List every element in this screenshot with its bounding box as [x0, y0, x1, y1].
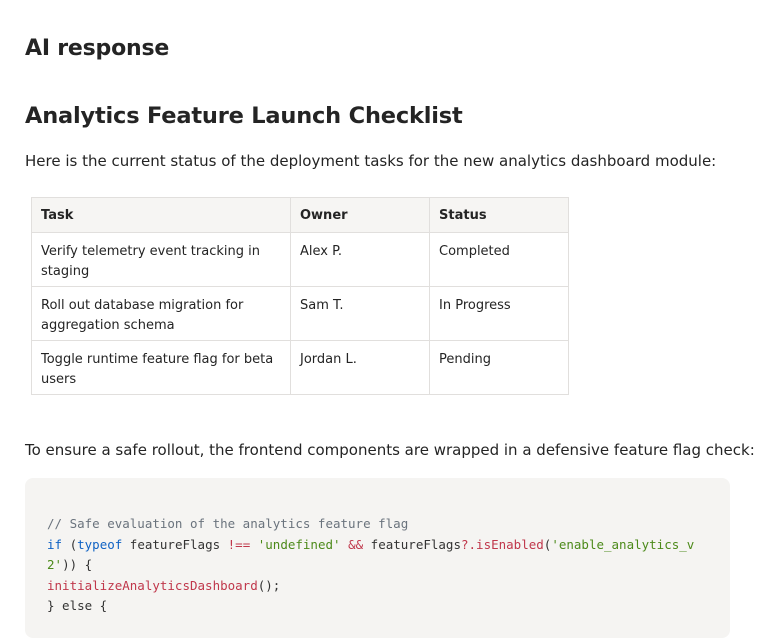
code-text: ();	[257, 577, 281, 593]
code-string: 'undefined'	[257, 536, 341, 552]
code-function: isEnabled	[476, 536, 544, 552]
code-operator: !==	[227, 536, 251, 552]
owner-cell: Jordan L.	[290, 340, 430, 395]
status-cell: Completed	[429, 232, 569, 287]
column-header-status: Status	[429, 197, 569, 233]
status-cell: In Progress	[429, 286, 569, 341]
page-title: Analytics Feature Launch Checklist	[25, 103, 463, 129]
table-row: Toggle runtime feature flag for beta use…	[31, 340, 569, 395]
code-string: 2'	[47, 557, 63, 572]
column-header-task: Task	[31, 197, 291, 233]
code-text: } else {	[47, 598, 108, 613]
code-line: 2')) {	[47, 555, 708, 576]
code-line: if (typeof featureFlags !== 'undefined' …	[47, 535, 708, 556]
task-table: Task Owner Status Verify telemetry event…	[31, 197, 569, 395]
code-text: (	[62, 536, 78, 552]
code-comment: // Safe evaluation of the analytics feat…	[47, 516, 409, 531]
table-row: Verify telemetry event tracking in stagi…	[31, 232, 569, 287]
code-line: initializeAnalyticsDashboard();	[47, 576, 708, 597]
code-operator: ?.	[460, 536, 477, 552]
owner-cell: Sam T.	[290, 286, 430, 341]
intro-paragraph: Here is the current status of the deploy…	[25, 152, 717, 170]
table-header-row: Task Owner Status	[31, 197, 569, 233]
task-cell: Roll out database migration for aggregat…	[31, 286, 291, 341]
owner-cell: Alex P.	[290, 232, 430, 287]
code-text: featureFlags	[122, 536, 228, 552]
code-string: 'enable_analytics_v	[551, 536, 695, 552]
code-line: } else {	[47, 596, 708, 617]
code-operator: &&	[348, 536, 364, 552]
code-line: // Safe evaluation of the analytics feat…	[47, 514, 708, 535]
task-cell: Verify telemetry event tracking in stagi…	[31, 232, 291, 287]
code-function: initializeAnalyticsDashboard	[47, 577, 258, 593]
table-row: Roll out database migration for aggregat…	[31, 286, 569, 341]
code-text: )) {	[62, 557, 93, 572]
code-text: featureFlags	[363, 536, 461, 552]
code-keyword: if	[47, 536, 63, 552]
code-block[interactable]: // Safe evaluation of the analytics feat…	[25, 478, 730, 638]
column-header-owner: Owner	[290, 197, 430, 233]
response-heading: AI response	[25, 36, 170, 61]
task-cell: Toggle runtime feature flag for beta use…	[31, 340, 291, 395]
code-keyword: typeof	[77, 536, 123, 552]
outro-paragraph: To ensure a safe rollout, the frontend c…	[25, 441, 755, 459]
status-cell: Pending	[429, 340, 569, 395]
